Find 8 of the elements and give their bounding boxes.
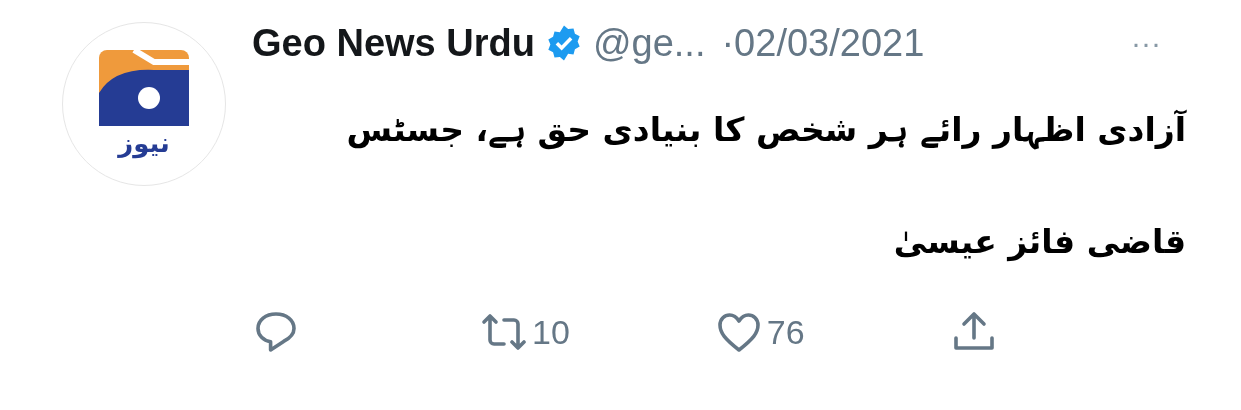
account-handle[interactable]: @ge...: [592, 21, 706, 65]
like-button[interactable]: 76: [714, 308, 805, 356]
retweet-button[interactable]: 10: [480, 308, 570, 356]
tweet-text: آزادی اظہار رائے ہر شخص کا بنیادی حق ہے، جسٹس قاضی فائز عیسیٰ: [345, 108, 1188, 264]
account-name[interactable]: Geo News Urdu: [252, 21, 535, 65]
tweet-date[interactable]: ·02/03/2021: [721, 21, 925, 65]
more-button[interactable]: ···: [1131, 26, 1161, 60]
logo-text: نیوز: [118, 128, 170, 160]
